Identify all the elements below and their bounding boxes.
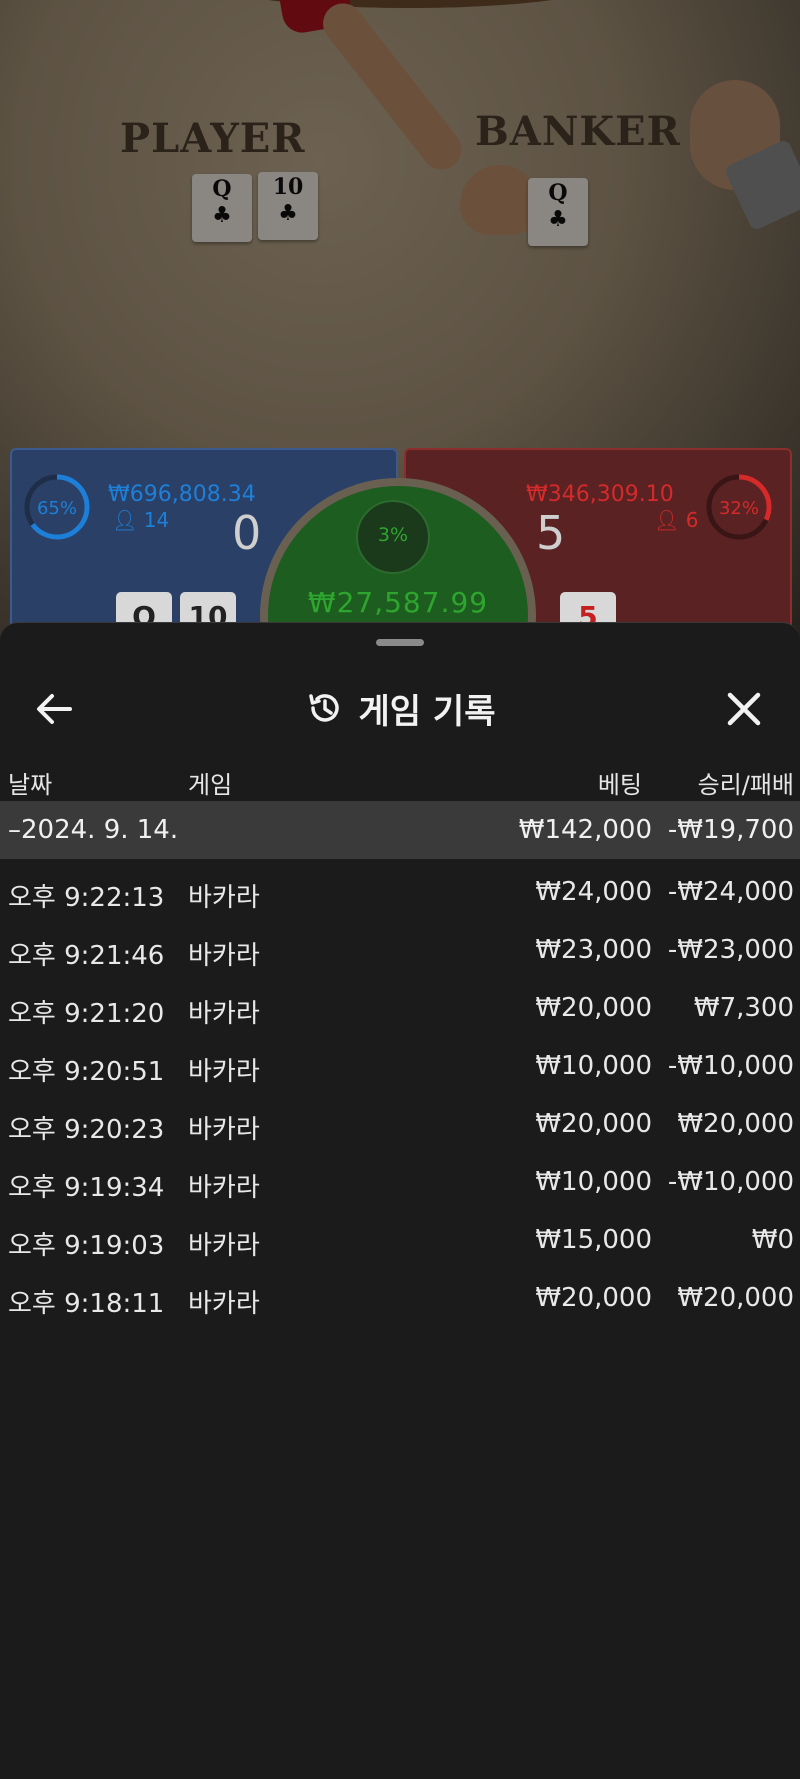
row-time: 오후 9:20:23: [8, 1115, 165, 1145]
row-result: ₩20,000: [677, 1283, 794, 1313]
tie-percent: 3%: [377, 524, 409, 546]
banker-percent: 32%: [718, 498, 759, 519]
row-result: -₩10,000: [667, 1167, 794, 1197]
user-icon: 👤︎: [112, 508, 138, 532]
row-bet: ₩20,000: [535, 1283, 652, 1313]
column-date: 날짜: [8, 771, 53, 799]
drag-handle[interactable]: [376, 639, 424, 646]
column-result: 승리/패배: [697, 771, 794, 799]
row-game: 바카라: [188, 1115, 260, 1145]
table-row[interactable]: 오후 9:20:51 바카라 ₩10,000 -₩10,000: [0, 1037, 800, 1095]
banker-score: 5: [536, 506, 566, 560]
row-bet: ₩10,000: [535, 1051, 652, 1081]
row-result: -₩23,000: [667, 935, 794, 965]
title-group: 게임 기록: [0, 663, 800, 753]
row-game: 바카라: [188, 883, 260, 913]
row-result: ₩20,000: [677, 1109, 794, 1139]
row-time: 오후 9:21:20: [8, 999, 165, 1029]
table-row[interactable]: 오후 9:19:03 바카라 ₩15,000 ₩0: [0, 1211, 800, 1269]
player-score: 0: [232, 506, 262, 560]
column-bet: 베팅: [597, 771, 642, 799]
summary-bet: ₩142,000: [518, 815, 652, 845]
row-time: 오후 9:18:11: [8, 1289, 165, 1319]
user-icon: 👤︎: [654, 508, 680, 532]
row-game: 바카라: [188, 1057, 260, 1087]
banker-users: 👤︎ 6: [654, 508, 698, 532]
row-game: 바카라: [188, 941, 260, 971]
game-history-sheet: 게임 기록 날짜 게임 베팅 승리/패배 –2024. 9. 14. ₩142,…: [0, 622, 800, 1779]
row-game: 바카라: [188, 999, 260, 1029]
row-bet: ₩24,000: [535, 877, 652, 907]
row-bet: ₩20,000: [535, 1109, 652, 1139]
row-result: -₩10,000: [667, 1051, 794, 1081]
summary-date: –2024. 9. 14.: [8, 815, 179, 845]
table-row[interactable]: 오후 9:18:11 바카라 ₩20,000 ₩20,000: [0, 1269, 800, 1327]
row-time: 오후 9:21:46: [8, 941, 165, 971]
close-icon[interactable]: [716, 683, 772, 735]
table-header: 날짜 게임 베팅 승리/패배: [0, 755, 800, 805]
row-game: 바카라: [188, 1231, 260, 1261]
table-row[interactable]: 오후 9:21:46 바카라 ₩23,000 -₩23,000: [0, 921, 800, 979]
banker-user-count: 6: [685, 508, 699, 532]
date-summary-row[interactable]: –2024. 9. 14. ₩142,000 -₩19,700: [0, 801, 800, 859]
row-bet: ₩20,000: [535, 993, 652, 1023]
row-time: 오후 9:22:13: [8, 883, 165, 913]
row-bet: ₩23,000: [535, 935, 652, 965]
table-row[interactable]: 오후 9:19:34 바카라 ₩10,000 -₩10,000: [0, 1153, 800, 1211]
sheet-header: 게임 기록: [0, 663, 800, 753]
tie-bet-amount: ₩27,587.99: [307, 586, 489, 619]
row-time: 오후 9:19:03: [8, 1231, 165, 1261]
table-row[interactable]: 오후 9:22:13 바카라 ₩24,000 -₩24,000: [0, 863, 800, 921]
history-icon: [308, 694, 339, 722]
row-bet: ₩10,000: [535, 1167, 652, 1197]
banker-bet-amount: ₩346,309.10: [526, 482, 674, 507]
row-time: 오후 9:19:34: [8, 1173, 165, 1203]
arrow-left-icon[interactable]: [30, 685, 82, 733]
row-result: ₩0: [751, 1225, 794, 1255]
row-bet: ₩15,000: [535, 1225, 652, 1255]
row-result: -₩24,000: [667, 877, 794, 907]
column-game: 게임: [188, 771, 233, 799]
player-bet-amount: ₩696,808.34: [108, 482, 256, 507]
summary-result: -₩19,700: [667, 815, 794, 845]
row-game: 바카라: [188, 1173, 260, 1203]
player-percent: 65%: [36, 498, 77, 519]
table-row[interactable]: 오후 9:21:20 바카라 ₩20,000 ₩7,300: [0, 979, 800, 1037]
row-time: 오후 9:20:51: [8, 1057, 165, 1087]
player-user-count: 14: [143, 508, 170, 532]
row-game: 바카라: [188, 1289, 260, 1319]
sheet-title: 게임 기록: [358, 691, 496, 732]
player-users: 👤︎ 14: [112, 508, 169, 532]
row-result: ₩7,300: [693, 993, 794, 1023]
table-row[interactable]: 오후 9:20:23 바카라 ₩20,000 ₩20,000: [0, 1095, 800, 1153]
